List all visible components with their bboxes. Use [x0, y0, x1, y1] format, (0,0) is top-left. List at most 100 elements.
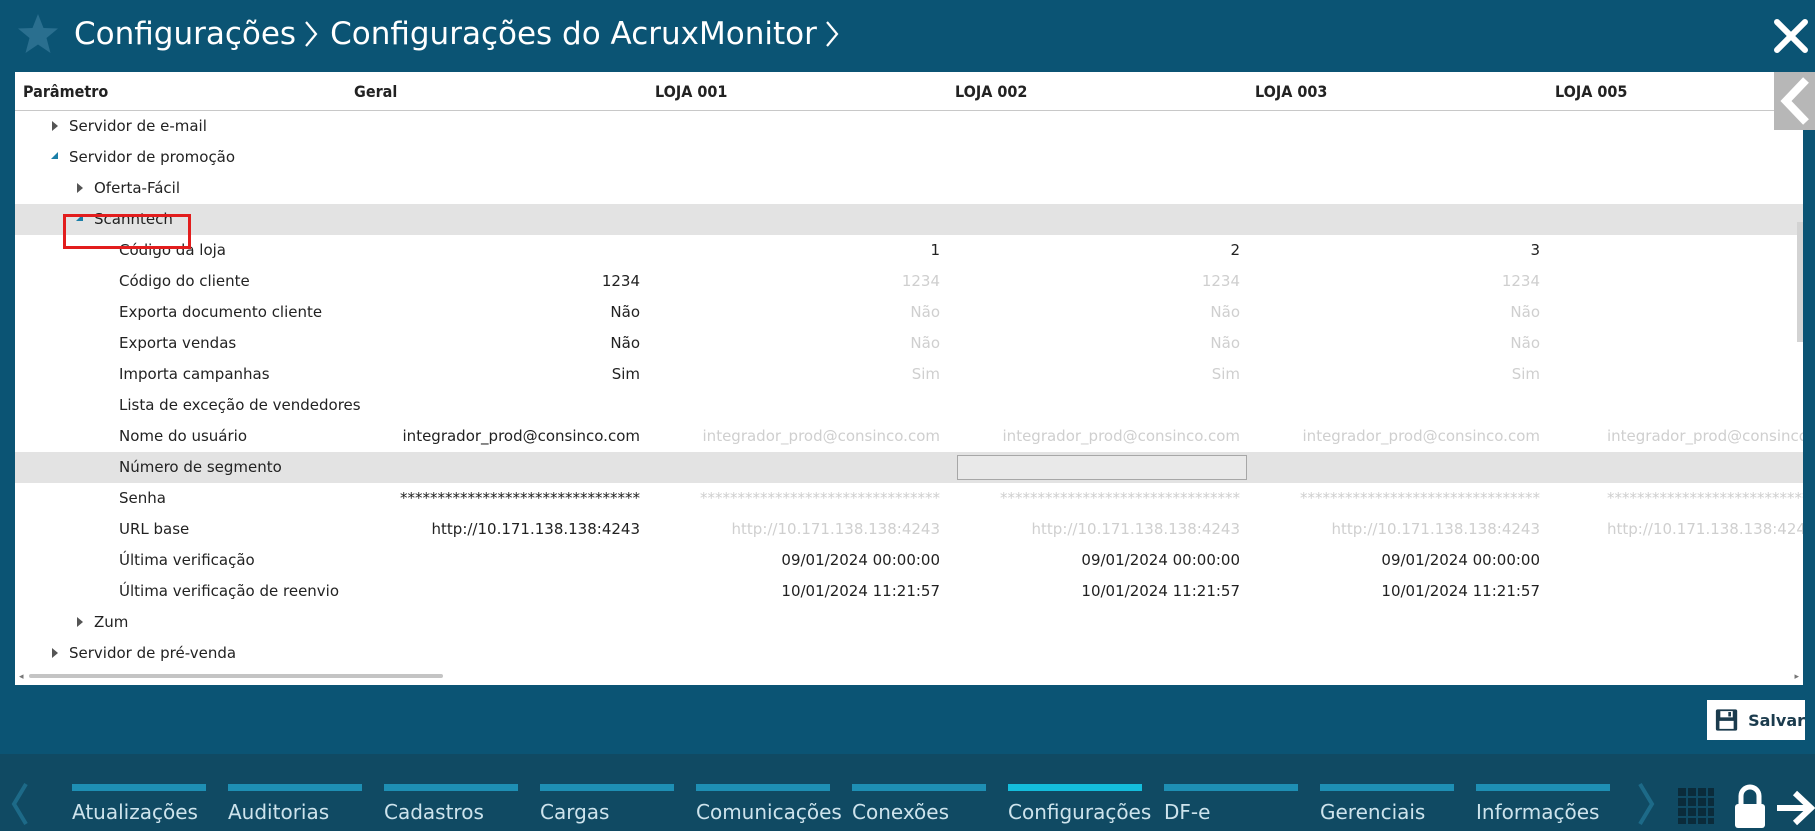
value-cell[interactable] [1607, 297, 1803, 328]
value-cell[interactable]: http://10.171.138.138:4243 [950, 514, 1240, 545]
collapse-panel-button[interactable] [1774, 72, 1815, 130]
value-cell[interactable] [1607, 607, 1803, 638]
value-cell[interactable]: Não [1250, 328, 1540, 359]
value-cell[interactable]: http://10.171.138.138:4243 [1250, 514, 1540, 545]
value-cell[interactable]: 1234 [650, 266, 940, 297]
tree-group-row[interactable]: Servidor de e-mail [15, 111, 1803, 142]
tree-group-row[interactable]: Oferta-Fácil [15, 173, 1803, 204]
column-header-loja-001[interactable]: LOJA 001 [655, 72, 727, 110]
value-cell[interactable]: ******************************** [650, 483, 940, 514]
table-row[interactable]: Última verificação 09/01/2024 00:00:00 09/… [15, 545, 1803, 576]
value-cell[interactable]: 1234 [1250, 266, 1540, 297]
collapsed-arrow-icon[interactable] [48, 111, 62, 142]
vertical-scrollbar[interactable] [1797, 222, 1803, 342]
horizontal-scrollbar[interactable]: ◂ ▸ [15, 668, 1803, 685]
value-cell[interactable] [1607, 173, 1803, 204]
value-cell[interactable]: Não [1250, 297, 1540, 328]
value-cell[interactable] [1250, 607, 1540, 638]
close-icon[interactable] [1773, 18, 1809, 54]
value-cell[interactable] [650, 173, 940, 204]
nav-item-comunicacoes[interactable]: Comunicações [696, 780, 842, 830]
value-cell[interactable] [1607, 638, 1803, 669]
exit-arrow-icon[interactable] [1775, 788, 1815, 828]
value-cell[interactable] [950, 607, 1240, 638]
expanded-arrow-icon[interactable] [48, 142, 62, 173]
lock-icon[interactable] [1732, 784, 1768, 830]
value-cell[interactable] [350, 142, 640, 173]
value-cell[interactable]: Não [350, 328, 640, 359]
value-cell[interactable] [1250, 142, 1540, 173]
value-cell[interactable]: Sim [650, 359, 940, 390]
table-row[interactable]: Nome do usuário integrador_prod@consinco.… [15, 421, 1803, 452]
value-cell[interactable] [1607, 545, 1803, 576]
value-cell[interactable] [1607, 359, 1803, 390]
table-row[interactable]: Número de segmento [15, 452, 1803, 483]
nav-item-gerenciais[interactable]: Gerenciais [1320, 780, 1454, 830]
nav-next-icon[interactable] [1634, 780, 1658, 828]
apps-grid-icon[interactable] [1676, 786, 1716, 826]
value-cell[interactable]: 1 [650, 235, 940, 266]
value-cell[interactable]: Sim [1250, 359, 1540, 390]
table-row[interactable]: URL base http://10.171.138.138:4243 http:/… [15, 514, 1803, 545]
value-cell[interactable]: 10/01/2024 11:21:57 [950, 576, 1240, 607]
value-cell[interactable]: 10/01/2024 11:21:57 [650, 576, 940, 607]
column-header-geral[interactable]: Geral [354, 72, 397, 110]
tree-group-row[interactable]: Scanntech [15, 204, 1803, 235]
value-cell[interactable]: ******************************** [1607, 483, 1803, 514]
breadcrumb-item-configuracoes[interactable]: Configurações [74, 16, 296, 52]
value-cell[interactable]: integrador_prod@consinco.com [1250, 421, 1540, 452]
collapsed-arrow-icon[interactable] [73, 173, 87, 204]
tree-group-row[interactable]: Servidor de promoção [15, 142, 1803, 173]
collapsed-arrow-icon[interactable] [73, 607, 87, 638]
value-cell[interactable]: Não [950, 297, 1240, 328]
scroll-right-icon[interactable]: ▸ [1794, 672, 1799, 682]
value-cell[interactable] [350, 576, 640, 607]
favorite-star-icon[interactable] [16, 12, 60, 56]
value-cell[interactable]: http://10.171.138.138:4243 [350, 514, 640, 545]
column-header-loja-002[interactable]: LOJA 002 [955, 72, 1027, 110]
value-cell[interactable] [1250, 452, 1540, 483]
value-cell[interactable]: Não [650, 297, 940, 328]
tree-group-row[interactable]: Servidor de pré-venda [15, 638, 1803, 669]
nav-item-df-e[interactable]: DF-e [1164, 780, 1298, 830]
value-cell[interactable]: integrador_prod@consinco.com [350, 421, 640, 452]
value-cell[interactable]: ******************************** [350, 483, 640, 514]
value-cell[interactable]: http://10.171.138.138:4243 [650, 514, 940, 545]
value-cell[interactable]: 1234 [350, 266, 640, 297]
table-row[interactable]: Senha ******************************** ***… [15, 483, 1803, 514]
breadcrumb-item-acruxmonitor[interactable]: Configurações do AcruxMonitor [330, 16, 817, 52]
value-cell[interactable] [350, 235, 640, 266]
value-cell[interactable]: Sim [950, 359, 1240, 390]
value-cell[interactable] [1607, 142, 1803, 173]
value-cell[interactable]: Não [650, 328, 940, 359]
nav-item-cargas[interactable]: Cargas [540, 780, 674, 830]
value-cell[interactable]: 09/01/2024 00:00:00 [1250, 545, 1540, 576]
value-cell[interactable]: integrador_prod@consinco.com [1607, 421, 1803, 452]
value-cell[interactable] [1607, 328, 1803, 359]
table-row[interactable]: Lista de exceção de vendedores [15, 390, 1803, 421]
value-cell[interactable] [1250, 638, 1540, 669]
value-cell[interactable] [650, 638, 940, 669]
value-cell[interactable] [350, 390, 640, 421]
nav-prev-icon[interactable] [8, 780, 32, 828]
value-cell[interactable] [350, 111, 640, 142]
table-row[interactable]: Exporta documento cliente Não Não Não Não [15, 297, 1803, 328]
value-cell[interactable] [650, 607, 940, 638]
value-cell[interactable] [350, 452, 640, 483]
value-cell[interactable]: 10/01/2024 11:21:57 [1250, 576, 1540, 607]
value-cell[interactable] [350, 173, 640, 204]
value-cell[interactable] [1607, 390, 1803, 421]
value-cell[interactable]: 2 [950, 235, 1240, 266]
value-cell[interactable]: ******************************** [950, 483, 1240, 514]
value-cell[interactable] [1607, 266, 1803, 297]
value-cell[interactable] [350, 545, 640, 576]
save-button[interactable]: Salvar [1706, 699, 1806, 741]
value-cell[interactable] [1607, 235, 1803, 266]
value-cell[interactable]: integrador_prod@consinco.com [950, 421, 1240, 452]
value-cell[interactable] [1250, 173, 1540, 204]
value-cell[interactable] [950, 142, 1240, 173]
nav-item-cadastros[interactable]: Cadastros [384, 780, 518, 830]
value-cell[interactable] [950, 204, 1240, 235]
column-header-loja-003[interactable]: LOJA 003 [1255, 72, 1327, 110]
value-cell[interactable] [950, 390, 1240, 421]
